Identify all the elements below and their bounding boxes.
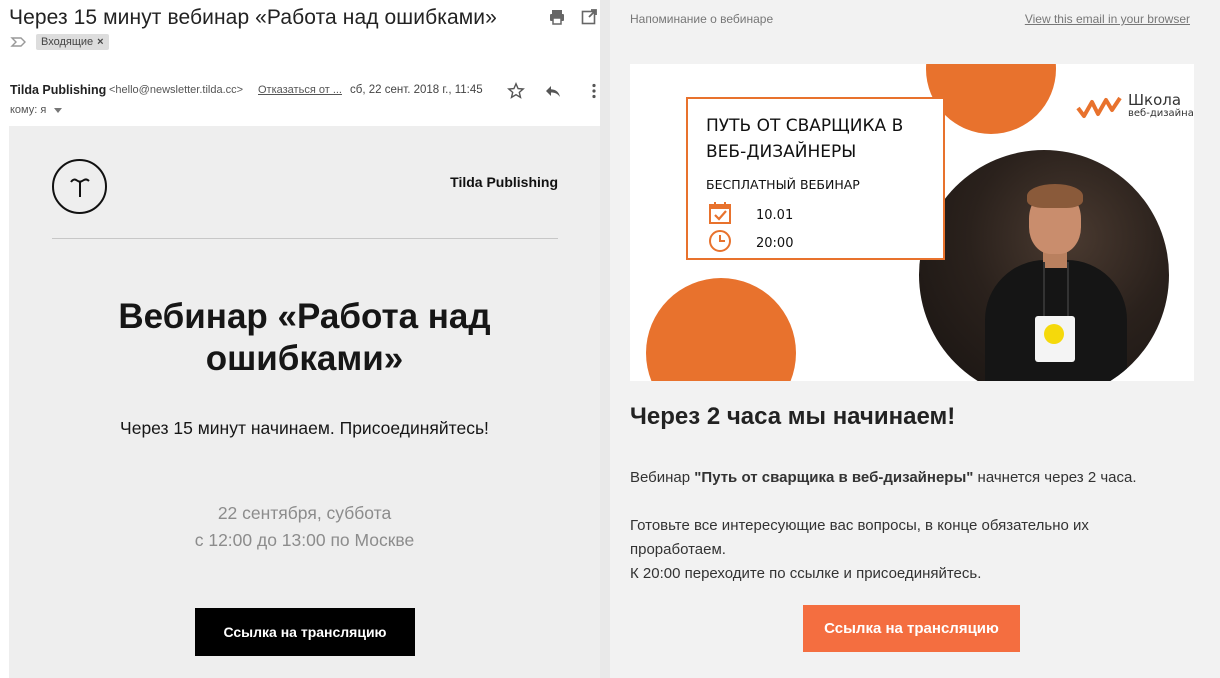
stream-link-button-orange[interactable]: Ссылка на трансляцию <box>803 605 1020 652</box>
school-logo-icon <box>1076 96 1122 118</box>
intro-suffix: начнется через 2 часа. <box>973 469 1137 486</box>
inbox-label-chip[interactable]: Входящие × <box>36 34 109 50</box>
school-logo: Школа веб-дизайна <box>1076 91 1194 122</box>
calendar-icon <box>708 201 732 229</box>
decor-circle-top <box>926 64 1056 134</box>
instructions-line2: проработаем. <box>630 541 726 558</box>
gmail-message-pane: Через 15 минут вебинар «Работа над ошибк… <box>0 0 610 678</box>
message-date: сб, 22 сент. 2018 г., 11:45 <box>350 84 483 96</box>
webinar-banner: ПУТЬ ОТ СВАРЩИКА В ВЕБ-ДИЗАЙНЕРЫ БЕСПЛАТ… <box>630 64 1194 381</box>
sender-name[interactable]: Tilda Publishing <box>10 83 106 97</box>
importance-marker-icon[interactable] <box>10 33 28 51</box>
speaker-photo <box>919 150 1169 381</box>
star-icon[interactable] <box>507 82 525 100</box>
decor-circle-bottom <box>646 278 796 381</box>
pane-divider <box>600 0 610 678</box>
open-in-new-window-icon[interactable] <box>580 8 598 26</box>
instructions-paragraph: Готовьте все интересующие вас вопросы, в… <box>630 514 1190 586</box>
reply-icon[interactable] <box>544 82 562 100</box>
tilda-logo <box>52 159 107 214</box>
divider <box>52 238 558 239</box>
webinar-title-line2: ошибками» <box>205 339 404 378</box>
banner-subtitle: БЕСПЛАТНЫЙ ВЕБИНАР <box>706 177 860 192</box>
banner-time-row: 20:00 <box>708 229 793 257</box>
email-subject: Через 15 минут вебинар «Работа над ошибк… <box>9 6 497 29</box>
tilda-t-icon <box>69 177 90 197</box>
message-toolbar <box>548 8 598 26</box>
webinar-title: Вебинар «Работа над ошибками» <box>9 296 600 380</box>
webinar-date-line2: с 12:00 до 13:00 по Москве <box>194 530 415 550</box>
banner-date: 10.01 <box>756 207 794 223</box>
banner-time: 20:00 <box>756 235 794 251</box>
stream-link-button[interactable]: Ссылка на трансляцию <box>195 608 415 656</box>
sender-email: <hello@newsletter.tilda.cc> <box>109 84 244 96</box>
newsletter-pane: Напоминание о вебинаре View this email i… <box>610 0 1220 678</box>
intro-paragraph: Вебинар "Путь от сварщика в веб-дизайнер… <box>630 466 1190 490</box>
intro-prefix: Вебинар <box>630 469 695 486</box>
newsletter-heading: Через 2 часа мы начинаем! <box>630 403 956 430</box>
recipient-text: кому: я <box>10 104 47 116</box>
inbox-label-text: Входящие <box>41 36 94 48</box>
chevron-down-icon[interactable] <box>54 107 63 113</box>
webinar-date-line1: 22 сентября, суббота <box>217 503 392 523</box>
webinar-name: "Путь от сварщика в веб-дизайнеры" <box>694 469 974 486</box>
clock-icon <box>708 229 732 257</box>
brand-name: Tilda Publishing <box>450 174 558 190</box>
preheader-text: Напоминание о вебинаре <box>630 12 774 26</box>
view-in-browser-link[interactable]: View this email in your browser <box>1025 12 1190 26</box>
banner-date-row: 10.01 <box>708 201 793 229</box>
sender-row: Tilda Publishing <hello@newsletter.tilda… <box>10 82 605 101</box>
recipient-row[interactable]: кому: я <box>10 104 63 116</box>
webinar-date: 22 сентября, суббота с 12:00 до 13:00 по… <box>9 500 600 554</box>
banner-title-line2: ВЕБ-ДИЗАЙНЕРЫ <box>706 142 857 162</box>
banner-title-line1: ПУТЬ ОТ СВАРЩИКА В <box>706 116 904 136</box>
instructions-line1: Готовьте все интересующие вас вопросы, в… <box>630 517 1089 534</box>
webinar-info-box: ПУТЬ ОТ СВАРЩИКА В ВЕБ-ДИЗАЙНЕРЫ БЕСПЛАТ… <box>686 97 945 260</box>
webinar-title-line1: Вебинар «Работа над <box>118 297 491 336</box>
remove-label-icon[interactable]: × <box>97 36 103 48</box>
banner-title: ПУТЬ ОТ СВАРЩИКА В ВЕБ-ДИЗАЙНЕРЫ <box>706 113 903 165</box>
school-subtitle: веб-дизайна <box>1128 108 1194 119</box>
webinar-subtitle: Через 15 минут начинаем. Присоединяйтесь… <box>120 418 489 438</box>
print-icon[interactable] <box>548 8 566 26</box>
tilda-email-body: Tilda Publishing Вебинар «Работа над оши… <box>9 126 600 678</box>
label-row: Входящие × <box>10 33 109 51</box>
unsubscribe-link[interactable]: Отказаться от ... <box>258 84 342 96</box>
school-name: Школа <box>1128 91 1182 109</box>
instructions-line3: К 20:00 переходите по ссылке и присоедин… <box>630 565 982 582</box>
